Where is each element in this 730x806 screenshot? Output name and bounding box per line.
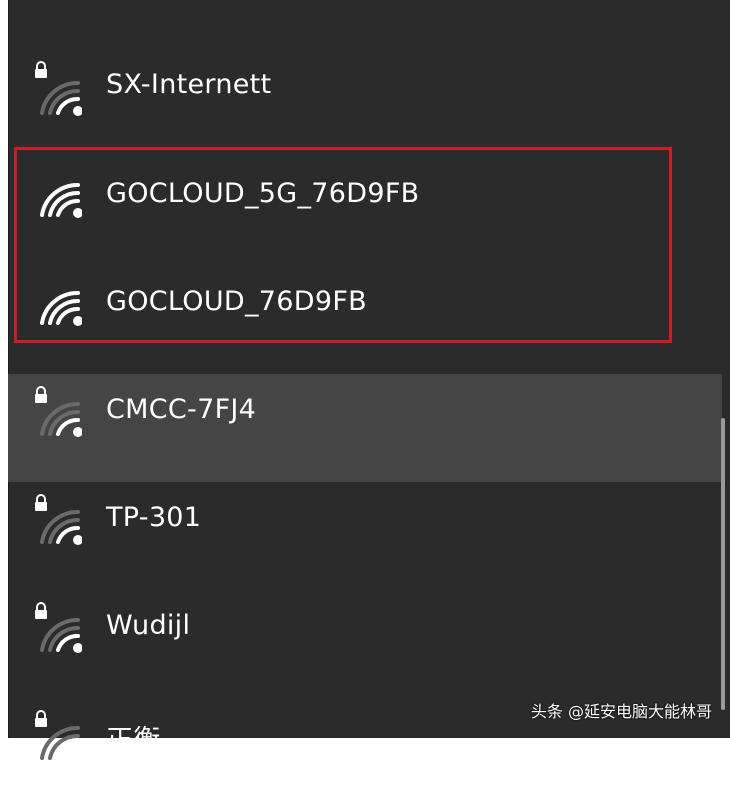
- network-item-sx-internett[interactable]: SX-Internett: [8, 33, 722, 141]
- wifi-signal-icon: [38, 614, 82, 654]
- network-ssid: SX-Internett: [106, 69, 271, 100]
- network-item-wudijl[interactable]: Wudijl: [8, 590, 722, 698]
- watermark-text: 头条 @延安电脑大能林哥: [531, 698, 712, 722]
- wifi-signal-icon: [38, 722, 82, 762]
- network-item-cmcc[interactable]: CMCC-7FJ4: [8, 374, 722, 482]
- wifi-signal-icon: [38, 179, 82, 219]
- network-ssid: GOCLOUD_5G_76D9FB: [106, 178, 420, 209]
- wifi-signal-icon: [38, 506, 82, 546]
- network-ssid: GOCLOUD_76D9FB: [106, 286, 367, 317]
- network-item-tp-301[interactable]: TP-301: [8, 482, 722, 590]
- wifi-signal-icon: [38, 287, 82, 327]
- wifi-signal-icon: [38, 77, 82, 117]
- network-ssid: TP-301: [106, 502, 201, 533]
- scrollbar-thumb[interactable]: [721, 418, 725, 710]
- wifi-signal-icon: [38, 398, 82, 438]
- network-ssid: CMCC-7FJ4: [106, 394, 256, 425]
- network-ssid: Wudijl: [106, 610, 190, 641]
- network-item-gocloud[interactable]: GOCLOUD_76D9FB: [8, 249, 722, 357]
- network-item-gocloud-5g[interactable]: GOCLOUD_5G_76D9FB: [8, 141, 722, 249]
